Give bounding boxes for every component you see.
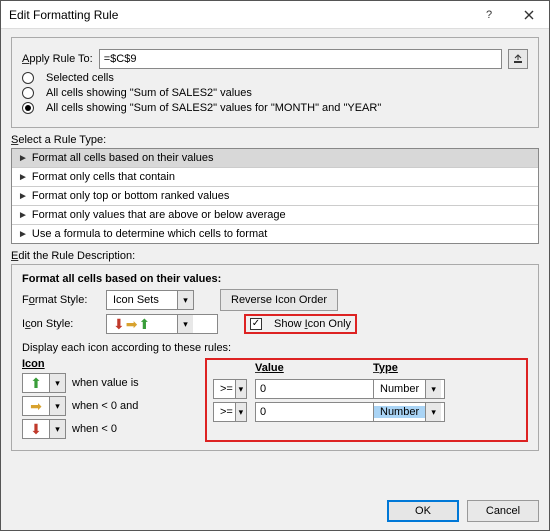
reverse-icon-order-button[interactable]: Reverse Icon Order — [220, 289, 338, 311]
type-combo[interactable]: Number▾ — [373, 402, 445, 422]
bullet-icon: ► — [18, 153, 28, 164]
highlight-show-icon-only: ✓ Show Icon Only — [244, 314, 357, 334]
show-icon-only-checkbox[interactable]: ✓ — [250, 318, 262, 330]
arrow-right-icon: ➡ — [30, 399, 42, 413]
range-select-button[interactable] — [508, 49, 528, 69]
close-icon — [524, 10, 534, 20]
radio-icon — [22, 87, 34, 99]
chevron-down-icon: ▾ — [49, 397, 65, 415]
apply-rule-input[interactable] — [99, 49, 502, 69]
col-value: Value — [255, 362, 365, 374]
chevron-down-icon: ▾ — [49, 374, 65, 392]
bullet-icon: ► — [18, 210, 28, 221]
collapse-icon — [513, 54, 523, 64]
rule-type-label: Select a Rule Type: — [11, 134, 539, 146]
apply-rule-label: Apply Rule To: — [22, 53, 93, 65]
chevron-down-icon: ▾ — [235, 380, 246, 398]
rule-text: when value is — [72, 377, 139, 389]
radio-icon — [22, 72, 34, 84]
col-type: Type — [373, 362, 445, 374]
icon-picker[interactable]: ➡▾ — [22, 396, 66, 416]
rule-text: when < 0 and — [72, 400, 138, 412]
rule-text: when < 0 — [72, 423, 117, 435]
scope-all-cells-fields[interactable]: All cells showing "Sum of SALES2" values… — [22, 102, 528, 114]
bullet-icon: ► — [18, 229, 28, 240]
col-icon: Icon — [22, 358, 197, 370]
chevron-down-icon: ▾ — [235, 403, 246, 421]
chevron-down-icon: ▾ — [177, 315, 193, 333]
dialog-content: Apply Rule To: Selected cells All cells … — [1, 29, 549, 459]
desc-heading: Format all cells based on their values: — [22, 273, 528, 285]
show-icon-only-label: Show Icon Only — [274, 318, 351, 330]
highlight-value-type: Value Type >=▾ Number▾ >=▾ — [205, 358, 528, 442]
rule-type-item[interactable]: ►Use a formula to determine which cells … — [12, 225, 538, 243]
rule-type-item[interactable]: ►Format only top or bottom ranked values — [12, 187, 538, 206]
arrow-down-icon: ⬇ — [113, 317, 125, 331]
arrow-right-icon: ➡ — [126, 317, 138, 331]
rule-type-item[interactable]: ►Format only values that are above or be… — [12, 206, 538, 225]
edit-formatting-rule-dialog: Edit Formatting Rule ? Apply Rule To: Se… — [0, 0, 550, 531]
chevron-down-icon: ▾ — [49, 420, 65, 438]
dialog-footer: OK Cancel — [387, 500, 539, 522]
rule-desc-label: Edit the Rule Description: — [11, 250, 539, 262]
bullet-icon: ► — [18, 172, 28, 183]
bullet-icon: ► — [18, 191, 28, 202]
rule-type-item[interactable]: ►Format only cells that contain — [12, 168, 538, 187]
format-style-label: Format Style: — [22, 294, 100, 306]
icon-style-combo[interactable]: ⬇ ➡ ⬆ ▾ — [106, 314, 218, 334]
chevron-down-icon: ▾ — [425, 380, 441, 398]
arrow-down-icon: ⬇ — [30, 422, 42, 436]
titlebar: Edit Formatting Rule ? — [1, 1, 549, 29]
ok-button[interactable]: OK — [387, 500, 459, 522]
chevron-down-icon: ▾ — [177, 291, 193, 309]
rule-type-list: ►Format all cells based on their values … — [11, 148, 539, 244]
icon-picker[interactable]: ⬆▾ — [22, 373, 66, 393]
apply-rule-group: Apply Rule To: Selected cells All cells … — [11, 37, 539, 128]
help-button[interactable]: ? — [469, 1, 509, 29]
icon-picker[interactable]: ⬇▾ — [22, 419, 66, 439]
rule-description-group: Format all cells based on their values: … — [11, 264, 539, 451]
operator-combo[interactable]: >=▾ — [213, 379, 247, 399]
icon-style-label: Icon Style: — [22, 318, 100, 330]
window-title: Edit Formatting Rule — [9, 8, 469, 22]
operator-combo[interactable]: >=▾ — [213, 402, 247, 422]
scope-selected-cells[interactable]: Selected cells — [22, 72, 528, 84]
cancel-button[interactable]: Cancel — [467, 500, 539, 522]
scope-all-cells[interactable]: All cells showing "Sum of SALES2" values — [22, 87, 528, 99]
rule-type-item[interactable]: ►Format all cells based on their values — [12, 149, 538, 168]
display-rules-label: Display each icon according to these rul… — [22, 342, 528, 354]
arrow-up-icon: ⬆ — [30, 376, 42, 390]
chevron-down-icon: ▾ — [425, 403, 441, 421]
arrow-up-icon: ⬆ — [138, 317, 150, 331]
type-combo[interactable]: Number▾ — [373, 379, 445, 399]
radio-icon — [22, 102, 34, 114]
format-style-combo[interactable]: Icon Sets ▾ — [106, 290, 194, 310]
close-button[interactable] — [509, 1, 549, 29]
